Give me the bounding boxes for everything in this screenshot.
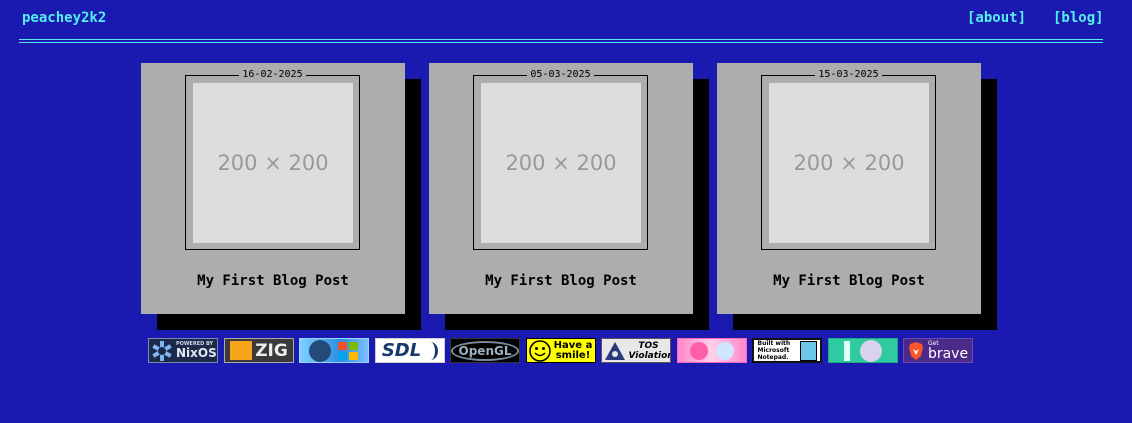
post-card[interactable]: 16-02-2025 200 × 200 My First Blog Post xyxy=(141,63,405,314)
anime-character-icon xyxy=(860,339,882,362)
post-date: 16-02-2025 xyxy=(239,69,306,80)
notepad-badge-text: Built with Microsoft Notepad. xyxy=(757,340,791,361)
sdl-badge-text: SDL xyxy=(381,340,422,361)
header-divider xyxy=(19,39,1103,40)
decorative-stripe xyxy=(844,340,850,361)
post-date: 15-03-2025 xyxy=(815,69,882,80)
smiley-icon xyxy=(529,339,551,362)
post-thumbnail-frame: 15-03-2025 200 × 200 xyxy=(761,69,936,250)
nixos-badge[interactable]: POWERED BY NixOS xyxy=(148,338,218,363)
anime-teal-badge[interactable] xyxy=(828,338,898,363)
nav-about-link[interactable]: [about] xyxy=(967,10,1026,26)
notepad-badge[interactable]: Built with Microsoft Notepad. xyxy=(752,338,822,363)
site-name-link[interactable]: peachey2k2 xyxy=(22,10,106,26)
brave-lion-icon xyxy=(908,341,923,360)
anime-character-icon xyxy=(309,339,331,362)
zig-logo-icon xyxy=(230,341,253,360)
warning-triangle-icon xyxy=(604,341,625,360)
post-card[interactable]: 05-03-2025 200 × 200 My First Blog Post xyxy=(429,63,693,314)
nixos-badge-text: NixOS xyxy=(176,346,217,360)
brave-badge[interactable]: Get brave xyxy=(903,338,973,363)
post-card-wrapper: 15-03-2025 200 × 200 My First Blog Post xyxy=(717,63,997,330)
windows-anime-badge[interactable] xyxy=(299,338,369,363)
windows-logo-icon xyxy=(338,341,358,360)
brave-badge-text: brave xyxy=(927,345,969,362)
header-divider xyxy=(19,42,1103,43)
post-thumbnail-placeholder: 200 × 200 xyxy=(769,83,929,243)
top-bar: peachey2k2 [about] [blog] xyxy=(0,0,1132,43)
post-card-wrapper: 16-02-2025 200 × 200 My First Blog Post xyxy=(141,63,421,330)
post-title: My First Blog Post xyxy=(773,273,925,289)
post-date: 05-03-2025 xyxy=(527,69,594,80)
anime-character-icon xyxy=(716,341,734,360)
smile-badge-text: Have a smile! xyxy=(553,339,593,361)
anime-girls-badge[interactable] xyxy=(677,338,747,363)
zig-badge[interactable]: ZIG xyxy=(224,338,294,363)
post-card[interactable]: 15-03-2025 200 × 200 My First Blog Post xyxy=(717,63,981,314)
tos-badge-text: TOS Violation xyxy=(628,340,671,361)
notepad-icon xyxy=(799,340,817,361)
post-card-wrapper: 05-03-2025 200 × 200 My First Blog Post xyxy=(429,63,709,330)
zig-badge-text: ZIG xyxy=(255,340,288,361)
post-thumbnail-frame: 05-03-2025 200 × 200 xyxy=(473,69,648,250)
opengl-badge-text: OpenGL xyxy=(451,340,519,361)
smile-badge[interactable]: Have a smile! xyxy=(526,338,596,363)
nav-blog-link[interactable]: [blog] xyxy=(1053,10,1104,26)
post-thumbnail-frame: 16-02-2025 200 × 200 xyxy=(185,69,360,250)
post-thumbnail-placeholder: 200 × 200 xyxy=(481,83,641,243)
post-title: My First Blog Post xyxy=(485,273,637,289)
nixos-snowflake-icon xyxy=(152,340,172,361)
post-title: My First Blog Post xyxy=(197,273,349,289)
sdl-swoosh-icon xyxy=(423,341,439,360)
sdl-badge[interactable]: SDL xyxy=(375,338,445,363)
post-thumbnail-placeholder: 200 × 200 xyxy=(193,83,353,243)
opengl-badge[interactable]: OpenGL xyxy=(450,338,520,363)
tos-violation-badge[interactable]: TOS Violation xyxy=(601,338,671,363)
anime-character-icon xyxy=(690,341,708,360)
